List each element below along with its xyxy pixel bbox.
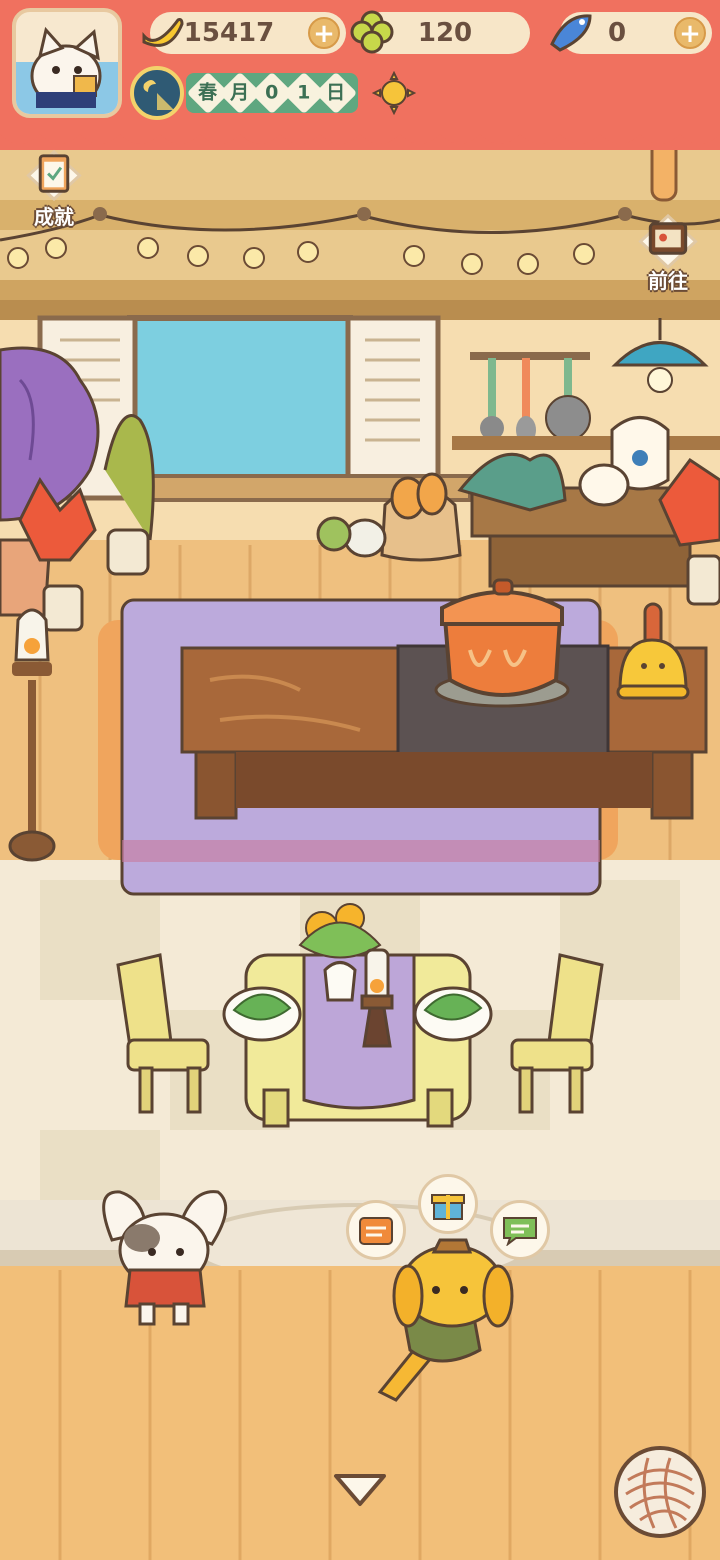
chat-button[interactable] (490, 1200, 550, 1260)
gift-icon (431, 1194, 465, 1220)
goto-label: 前往 (648, 269, 688, 293)
yarn-ball-icon (625, 1457, 695, 1529)
date-display: 春 月 0 1 日 (186, 71, 358, 115)
utensil-rack (470, 352, 591, 444)
chevron-down-icon[interactable] (332, 1470, 388, 1510)
chat-bubble-icon (503, 1217, 537, 1246)
fish-counter: 0 + (550, 12, 712, 54)
add-bananas-button[interactable]: + (308, 17, 340, 49)
date-month-label: 月 (230, 81, 250, 104)
moon-clock-icon (130, 66, 184, 120)
calendar: 春 月 0 1 日 (130, 66, 416, 120)
achievements-label: 成就 (34, 205, 74, 229)
banana-icon (142, 18, 184, 47)
sun-icon (372, 71, 416, 115)
yarn-ball-menu-button[interactable] (614, 1446, 706, 1538)
game-scene: 15417 + 120 0 + 春 月 0 1 日 成就 前往 (0, 0, 720, 1560)
hud-curtain-edge (0, 120, 720, 144)
clover-icon (350, 10, 394, 54)
clipboard-icon (26, 149, 82, 202)
date-season: 春 (198, 81, 218, 104)
banana-counter: 15417 + (142, 12, 346, 54)
gift-button[interactable] (418, 1174, 478, 1234)
cat-avatar-icon (16, 26, 118, 114)
recipe-book-button[interactable] (346, 1200, 406, 1260)
map-board-icon (638, 213, 698, 269)
date-day-label: 日 (326, 81, 346, 104)
goto-button[interactable]: 前往 (622, 210, 714, 294)
achievements-button[interactable]: 成就 (8, 146, 100, 230)
date-digit-2: 1 (297, 81, 311, 104)
window (37, 315, 472, 502)
clover-counter: 120 (350, 10, 530, 54)
folder-icon (359, 1217, 393, 1245)
kitchen-room (0, 130, 720, 1560)
fish-icon (550, 14, 592, 52)
player-avatar[interactable] (12, 8, 122, 118)
date-digit-1: 0 (265, 81, 279, 104)
add-fish-button[interactable]: + (674, 17, 706, 49)
